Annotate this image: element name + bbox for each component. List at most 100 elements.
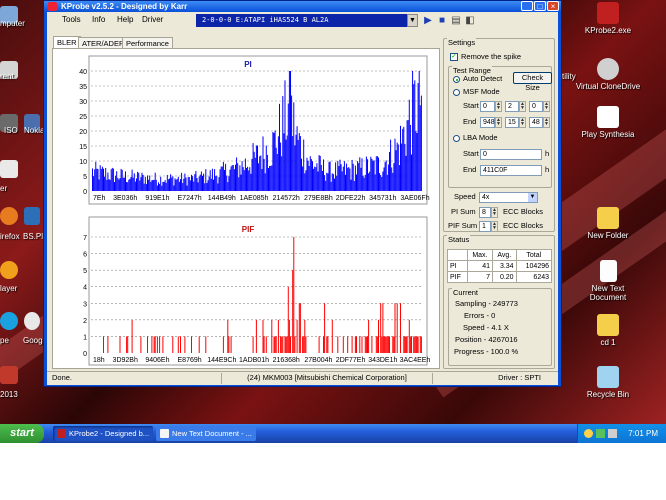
pi-sum-input[interactable]: 8 bbox=[479, 207, 491, 218]
pi-bar bbox=[280, 142, 282, 191]
pif-bar bbox=[262, 319, 264, 353]
pif-bar bbox=[378, 319, 379, 353]
msf-start-min[interactable]: 0 bbox=[480, 101, 495, 112]
pi-bar bbox=[248, 170, 250, 191]
pi-bar bbox=[372, 160, 374, 191]
start-button[interactable]: start bbox=[0, 424, 44, 443]
pif-bar bbox=[409, 336, 411, 353]
lba-mode-radio[interactable] bbox=[453, 135, 460, 142]
pi-bar bbox=[284, 80, 286, 191]
maximize-button[interactable]: □ bbox=[534, 1, 546, 11]
msf-start-frame-spin[interactable]: ▲ ▼ bbox=[543, 101, 550, 112]
client-area: BLER ATER/ADER Performance PI 40 35 30 25 20… bbox=[47, 30, 558, 385]
pi-bar bbox=[327, 173, 329, 191]
chevron-down-icon[interactable]: ▼ bbox=[528, 193, 537, 202]
pif-sum-spin[interactable]: ▲ ▼ bbox=[491, 221, 498, 232]
pif-ecc-blocks-label: ECC Blocks bbox=[503, 221, 544, 230]
msf-end-min[interactable]: 948 bbox=[480, 117, 495, 128]
menu-info[interactable]: Info bbox=[92, 15, 105, 24]
pif-bar bbox=[404, 336, 406, 353]
virtual-clonedrive-icon[interactable]: Virtual CloneDrive bbox=[573, 58, 643, 91]
taskbar-kprobe-button[interactable]: KProbe2 - Designed b... bbox=[53, 426, 153, 441]
pi-bar bbox=[325, 180, 327, 191]
msf-mode-radio[interactable] bbox=[453, 89, 460, 96]
pi-bar bbox=[156, 185, 158, 191]
pi-bar bbox=[239, 165, 241, 191]
synthesia-icon[interactable]: Play Synthesia bbox=[573, 106, 643, 139]
pi-bar bbox=[132, 177, 134, 191]
office-icon[interactable] bbox=[0, 366, 18, 384]
start-test-icon[interactable]: ▶ bbox=[423, 14, 433, 27]
lba-end-input[interactable]: 411C0F bbox=[480, 165, 542, 176]
pif-x-tick-label: 343DE1h bbox=[368, 357, 397, 364]
pi-bar bbox=[241, 161, 243, 191]
pi-bar bbox=[293, 102, 295, 191]
speed-select[interactable]: 4x ▼ bbox=[479, 192, 538, 203]
current-progress: Progress - 100.0 % bbox=[454, 347, 519, 356]
new-text-document-icon[interactable]: New Text Document bbox=[573, 260, 643, 302]
settings-group: Settings ✓ Remove the spike Test Range A… bbox=[443, 38, 555, 232]
msf-end-min-spin[interactable]: ▲ ▼ bbox=[495, 117, 502, 128]
menu-driver[interactable]: Driver bbox=[142, 15, 163, 24]
msf-end-frame-spin[interactable]: ▲ ▼ bbox=[543, 117, 550, 128]
pi-bar bbox=[110, 169, 112, 191]
window-title: KProbe v2.5.2 - Designed by Karr bbox=[61, 2, 188, 11]
pi-bar bbox=[318, 155, 320, 191]
msf-end-frame[interactable]: 48 bbox=[529, 117, 543, 128]
firefox-icon[interactable] bbox=[0, 207, 18, 225]
pif-y-tick-label: 6 bbox=[83, 252, 87, 259]
save-icon[interactable]: ◧ bbox=[465, 14, 475, 27]
recycle-bin-label: Recycle Bin bbox=[586, 390, 630, 399]
stop-test-icon[interactable]: ■ bbox=[437, 14, 447, 27]
drive-select[interactable]: 2-0-0-0 E:ATAPI iHAS524 B AL2A bbox=[196, 14, 407, 27]
menu-help[interactable]: Help bbox=[117, 15, 133, 24]
remove-spike-checkbox[interactable]: ✓ bbox=[450, 53, 458, 61]
minimize-button[interactable]: _ bbox=[521, 1, 533, 11]
tray-network-icon[interactable] bbox=[596, 429, 605, 438]
new-folder-icon[interactable]: New Folder bbox=[573, 207, 643, 240]
pi-bar bbox=[389, 152, 390, 191]
pi-bar bbox=[397, 144, 399, 191]
pi-bar bbox=[323, 159, 324, 191]
pi-sum-spin[interactable]: ▲ ▼ bbox=[491, 207, 498, 218]
drive-dropdown-icon[interactable]: ▼ bbox=[407, 14, 418, 27]
tray-volume-icon[interactable] bbox=[608, 429, 617, 438]
status-group: Status Max. Avg. Total PI 41 3.34 104296… bbox=[443, 235, 555, 369]
bsplayer-icon[interactable] bbox=[24, 207, 40, 225]
kprobe-exe-icon[interactable]: KProbe2.exe bbox=[573, 2, 643, 35]
pi-bar bbox=[95, 161, 97, 191]
vlc-icon[interactable] bbox=[0, 261, 18, 279]
auto-detect-radio[interactable] bbox=[453, 76, 460, 83]
taskbar-notepad-button[interactable]: New Text Document - ... bbox=[156, 426, 256, 441]
check-size-button[interactable]: Check Size bbox=[513, 72, 552, 92]
close-button[interactable]: × bbox=[547, 1, 559, 11]
msf-start-min-spin[interactable]: ▲ ▼ bbox=[495, 101, 502, 112]
msf-start-sec[interactable]: 2 bbox=[505, 101, 519, 112]
menu-tools[interactable]: Tools bbox=[62, 15, 81, 24]
pi-bar bbox=[402, 128, 404, 191]
pif-sum-input[interactable]: 1 bbox=[479, 221, 491, 232]
google-icon[interactable] bbox=[24, 312, 40, 330]
pi-bar bbox=[184, 173, 186, 191]
pi-bar bbox=[169, 178, 170, 191]
pi-bar bbox=[240, 174, 242, 191]
title-bar[interactable]: KProbe v2.5.2 - Designed by Karr _ □ × bbox=[44, 1, 561, 12]
msf-end-sec[interactable]: 15 bbox=[505, 117, 519, 128]
pi-bar bbox=[121, 169, 123, 191]
msf-end-sec-spin[interactable]: ▲ ▼ bbox=[519, 117, 526, 128]
clock[interactable]: 7:01 PM bbox=[628, 424, 658, 443]
pif-bar bbox=[298, 303, 300, 353]
pi-bar bbox=[236, 157, 238, 191]
skype-icon[interactable] bbox=[0, 312, 18, 330]
desktop-label-torrent: rent bbox=[0, 72, 14, 81]
lba-start-input[interactable]: 0 bbox=[480, 149, 542, 160]
shortcut-icon[interactable] bbox=[0, 160, 18, 178]
report-icon[interactable]: ▤ bbox=[451, 14, 461, 27]
recycle-bin-icon[interactable]: Recycle Bin bbox=[573, 366, 643, 399]
pi-bar bbox=[379, 173, 381, 191]
msf-start-frame[interactable]: 0 bbox=[529, 101, 543, 112]
msf-start-sec-spin[interactable]: ▲ ▼ bbox=[519, 101, 526, 112]
tray-info-icon[interactable] bbox=[584, 429, 593, 438]
cd1-folder-icon[interactable]: cd 1 bbox=[573, 314, 643, 347]
status-header-max: Max. bbox=[466, 249, 494, 261]
